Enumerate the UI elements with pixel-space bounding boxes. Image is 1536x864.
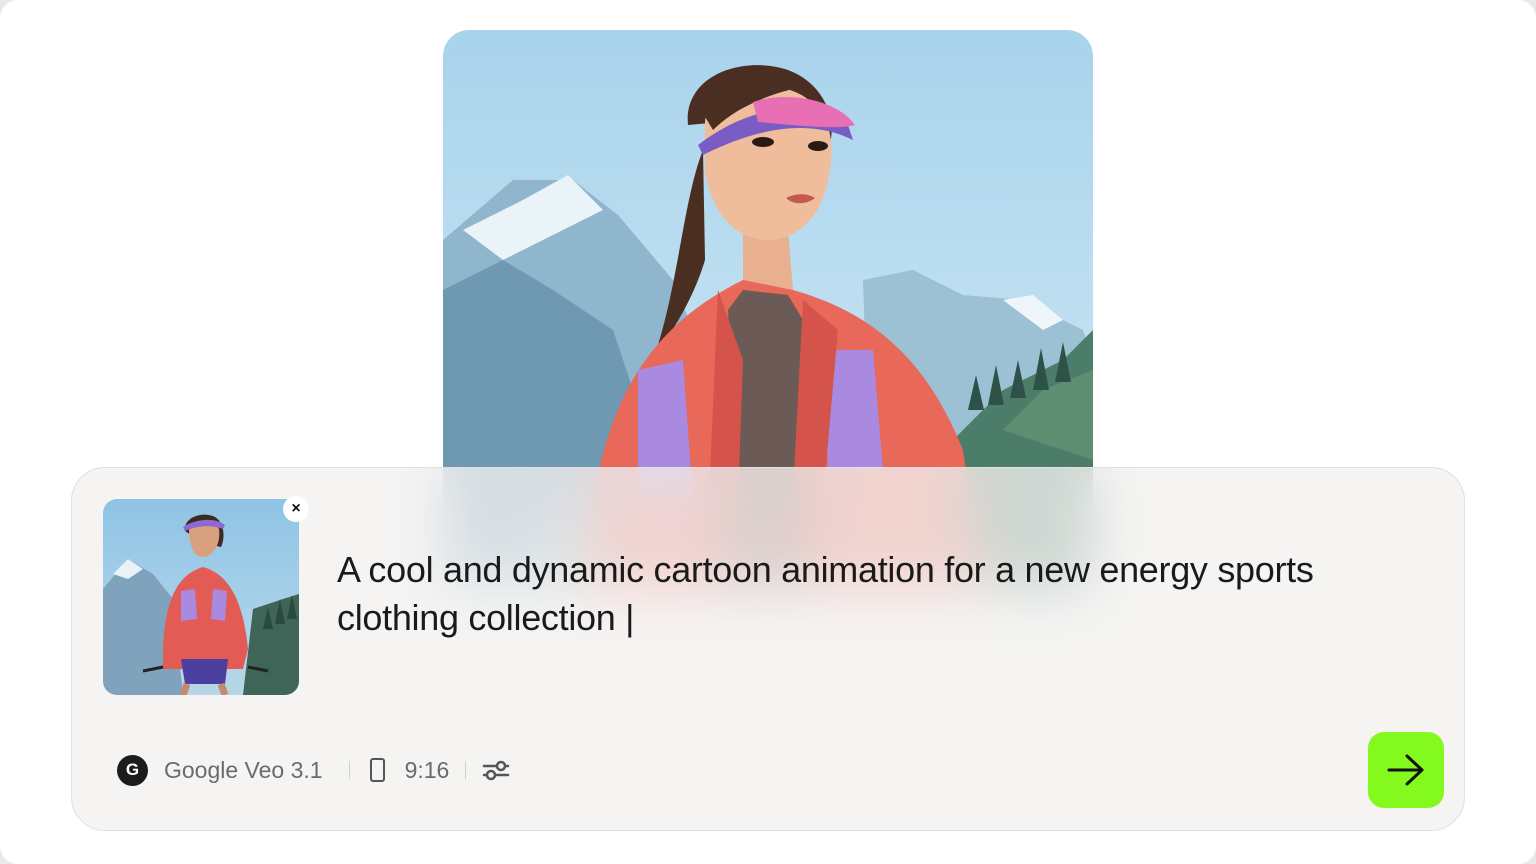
composer-toolbar: G Google Veo 3.1 9:16	[117, 753, 510, 787]
prompt-input[interactable]: A cool and dynamic cartoon animation for…	[337, 546, 1397, 642]
arrow-right-icon	[1387, 754, 1424, 786]
remove-attachment-button[interactable]: ×	[283, 496, 309, 522]
aspect-ratio-selector[interactable]: 9:16	[405, 757, 450, 784]
thumbnail-illustration	[103, 514, 299, 695]
portrait-phone-icon[interactable]	[369, 758, 385, 782]
toolbar-divider	[348, 761, 350, 779]
close-icon: ×	[291, 500, 301, 517]
google-logo-icon: G	[117, 754, 148, 786]
model-selector[interactable]: Google Veo 3.1	[164, 757, 323, 784]
toolbar-divider	[465, 761, 467, 779]
send-button[interactable]	[1368, 732, 1444, 808]
attached-reference-image[interactable]	[103, 499, 299, 695]
prompt-panel: × A cool and dynamic cartoon animation f…	[71, 467, 1465, 831]
app-frame: × A cool and dynamic cartoon animation f…	[0, 0, 1536, 864]
sliders-icon[interactable]	[482, 758, 510, 782]
